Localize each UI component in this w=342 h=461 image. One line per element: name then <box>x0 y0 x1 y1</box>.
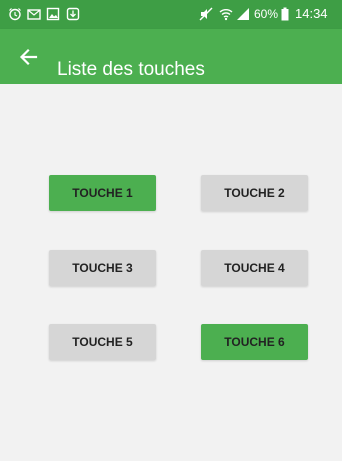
signal-icon <box>236 7 250 21</box>
image-icon <box>46 7 60 21</box>
mute-icon <box>199 7 213 21</box>
touche-6-button[interactable]: TOUCHE 6 <box>201 324 308 360</box>
battery-icon <box>281 7 289 21</box>
back-arrow-icon[interactable] <box>17 46 39 68</box>
touche-3-button[interactable]: TOUCHE 3 <box>49 250 156 286</box>
alarm-icon <box>8 7 22 21</box>
mail-icon <box>27 7 41 21</box>
touche-4-button[interactable]: TOUCHE 4 <box>201 250 308 286</box>
wifi-icon <box>219 7 233 21</box>
download-icon <box>66 7 80 21</box>
battery-percent: 60% <box>254 7 279 21</box>
clock-time: 14:34 <box>295 6 328 21</box>
status-bar: 60% 14:34 <box>0 0 342 29</box>
touche-1-button[interactable]: TOUCHE 1 <box>49 175 156 211</box>
touche-2-button[interactable]: TOUCHE 2 <box>201 175 308 211</box>
page-title: Liste des touches <box>57 58 205 80</box>
touche-5-button[interactable]: TOUCHE 5 <box>49 324 156 360</box>
app-bar: Liste des touches <box>0 29 342 84</box>
